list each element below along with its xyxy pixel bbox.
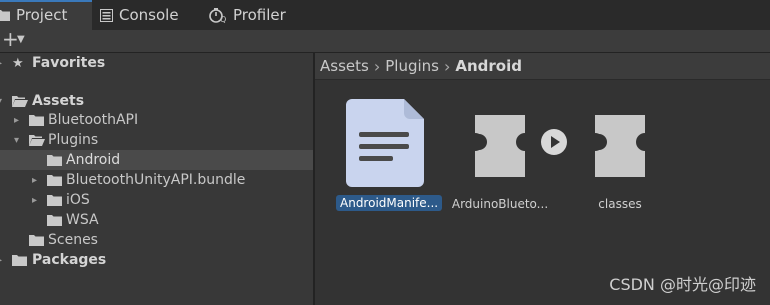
expand-arrow-icon[interactable]: ▸ (0, 58, 2, 69)
folder-icon (0, 10, 10, 21)
tab-console-label: Console (119, 6, 179, 24)
tree-label-assets: Assets (32, 93, 85, 109)
tab-profiler[interactable]: Q Profiler (209, 0, 286, 30)
plugin-icon (475, 115, 525, 177)
project-toolbar: + ▼ (0, 27, 770, 53)
tree-label-bundle: BluetoothUnityAPI.bundle (66, 172, 246, 188)
expand-arrow-icon[interactable]: ▸ (14, 115, 19, 126)
tab-console[interactable]: Console (100, 0, 179, 30)
breadcrumb-separator-icon: › (443, 56, 451, 76)
folder-icon (47, 215, 62, 226)
asset-label-arduinobluetooth: ArduinoBlueto... (451, 197, 549, 211)
profiler-icon: Q (209, 7, 226, 23)
tree-item-favorites[interactable]: ▸ ★ Favorites (0, 53, 313, 73)
breadcrumb: Assets › Plugins › Android (315, 53, 770, 80)
expand-arrow-icon[interactable]: ▸ (32, 195, 37, 206)
tab-project-label: Project (16, 6, 68, 24)
breadcrumb-assets[interactable]: Assets (320, 57, 369, 75)
tree-label-ios: iOS (66, 192, 90, 208)
asset-browser: Assets › Plugins › Android AndroidManife… (315, 53, 770, 305)
tree-item-bluetoothapi[interactable]: ▸ BluetoothAPI (0, 110, 313, 130)
tree-label-scenes: Scenes (48, 232, 98, 248)
tab-project[interactable]: Project (0, 0, 92, 30)
tree-label-packages: Packages (32, 252, 107, 268)
tree-item-bluetoothunityapi-bundle[interactable]: ▸ BluetoothUnityAPI.bundle (0, 170, 313, 190)
watermark-text: CSDN @时光@印迹 (609, 275, 756, 294)
tree-label-favorites: Favorites (32, 55, 106, 71)
tab-profiler-label: Profiler (233, 6, 286, 24)
folder-icon (47, 195, 62, 206)
expand-arrow-icon[interactable]: ▸ (0, 255, 2, 266)
tree-label-wsa: WSA (66, 212, 99, 228)
collapse-arrow-icon[interactable]: ▾ (14, 135, 19, 146)
folder-tree: ▸ ★ Favorites ▾ Assets ▸ BluetoothAPI ▾ … (0, 53, 313, 305)
folder-icon (12, 255, 27, 266)
chevron-down-icon[interactable]: ▼ (17, 34, 25, 45)
tree-item-scenes[interactable]: Scenes (0, 230, 313, 250)
tree-item-assets[interactable]: ▾ Assets (0, 91, 313, 111)
tree-label-bluetoothapi: BluetoothAPI (48, 112, 139, 128)
tree-item-plugins[interactable]: ▾ Plugins (0, 130, 313, 150)
play-arrow-icon[interactable] (540, 128, 568, 156)
asset-label-classes: classes (598, 197, 642, 211)
open-folder-icon (29, 135, 45, 146)
active-tab-indicator (0, 0, 92, 2)
folder-icon (29, 235, 44, 246)
breadcrumb-android[interactable]: Android (455, 57, 522, 75)
console-icon (100, 8, 113, 22)
folder-icon (47, 175, 62, 186)
tree-item-packages[interactable]: ▸ Packages (0, 250, 313, 270)
folder-icon (47, 155, 62, 166)
document-icon (346, 99, 424, 187)
expand-arrow-icon[interactable]: ▸ (32, 175, 37, 186)
tree-label-android: Android (66, 152, 121, 168)
tree-item-ios[interactable]: ▸ iOS (0, 190, 313, 210)
star-icon: ★ (12, 55, 24, 71)
collapse-arrow-icon[interactable]: ▾ (0, 96, 2, 107)
tree-item-android[interactable]: Android (0, 150, 313, 170)
window-tab-bar: Project Console Q Profiler (0, 0, 770, 30)
open-folder-icon (12, 96, 28, 107)
breadcrumb-separator-icon: › (373, 56, 381, 76)
tree-label-plugins: Plugins (48, 132, 99, 148)
plugin-icon (595, 115, 645, 177)
svg-text:Q: Q (220, 15, 226, 23)
folder-icon (29, 115, 44, 126)
breadcrumb-plugins[interactable]: Plugins (385, 57, 439, 75)
tree-item-wsa[interactable]: WSA (0, 210, 313, 230)
asset-label-androidmanifest: AndroidManife... (336, 195, 443, 211)
